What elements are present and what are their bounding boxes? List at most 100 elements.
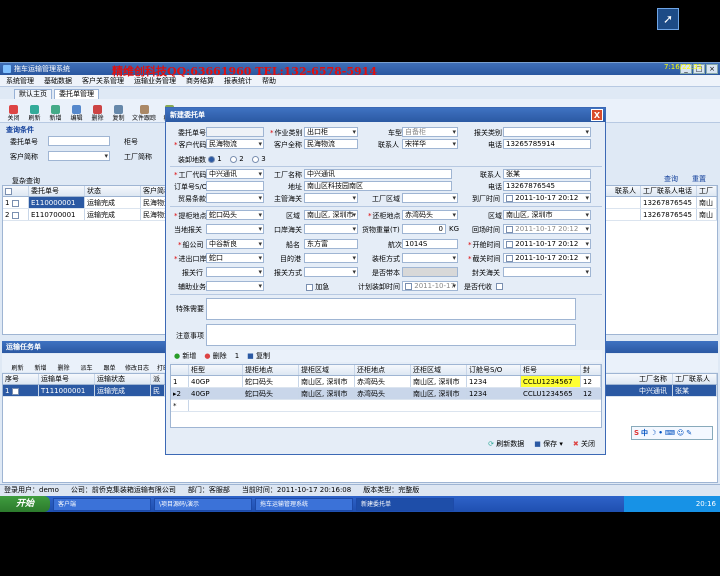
close-time-picker[interactable]: 2011-10-17 20:12 xyxy=(503,253,591,263)
port-customs-select[interactable] xyxy=(304,224,358,234)
col-so[interactable]: 订舱号S/O xyxy=(467,365,521,375)
cell-so[interactable]: 1234 xyxy=(467,376,521,387)
task-delete-button[interactable]: 删除 xyxy=(54,365,73,372)
task-client[interactable]: 客户端 xyxy=(53,497,151,511)
cell-return[interactable]: 赤湾码头 xyxy=(355,376,411,387)
cell-seal[interactable]: 12 xyxy=(581,376,601,387)
entry-port-select[interactable]: 蛇口 xyxy=(206,253,264,263)
sub-copy-button[interactable]: ■ 复制 xyxy=(247,350,270,362)
col-pickup[interactable]: 提柜地点 xyxy=(243,365,299,375)
pay-on-behalf-checkbox[interactable] xyxy=(496,282,503,290)
col-right-factory[interactable]: 工厂 xyxy=(697,186,717,196)
col-right-factory-phone[interactable]: 工厂联系人电话 xyxy=(641,186,697,196)
edit-tool-button[interactable]: 编辑 xyxy=(67,105,86,122)
col-cabinet-type[interactable]: 柜型 xyxy=(189,365,243,375)
col-task-order[interactable]: 运输单号 xyxy=(39,374,95,384)
cell-container-no[interactable]: CCLU1234567 xyxy=(521,376,581,387)
tab-order-management[interactable]: 委托单管理 xyxy=(54,89,99,99)
delete-tool-button[interactable]: 删除 xyxy=(88,105,107,122)
col-return-region[interactable]: 还柜区域 xyxy=(411,365,467,375)
refresh-data-button[interactable]: ⟳ 刷新数据 xyxy=(488,438,524,450)
plan-time-picker[interactable]: 2011-10-17 xyxy=(402,281,458,291)
close-button[interactable]: ✖ 关闭 xyxy=(573,438,595,450)
radio-1[interactable]: 1 xyxy=(208,155,222,163)
stamped-field[interactable] xyxy=(402,267,458,277)
task-add-button[interactable]: 新增 xyxy=(31,365,50,372)
customs-agent-select[interactable] xyxy=(206,267,264,277)
customs-method-select[interactable] xyxy=(304,267,358,277)
phone-field[interactable]: 13265785914 xyxy=(503,139,591,149)
col-seal[interactable]: 封 xyxy=(581,365,601,375)
table-row[interactable]: ▸2 40GP 蛇口码头 南山区, 深圳市 赤湾码头 南山区, 深圳市 1234… xyxy=(171,388,601,400)
reset-button[interactable]: 重置 xyxy=(692,174,706,184)
task-new-order[interactable]: 新建委托单 xyxy=(356,497,454,511)
new-row[interactable]: * xyxy=(171,400,601,412)
urgent-checkbox[interactable]: 加急 xyxy=(306,282,329,292)
factory-name-field[interactable]: 中兴通讯 xyxy=(304,169,452,179)
col-task-factory[interactable]: 工厂名称 xyxy=(637,374,673,384)
radio-2[interactable]: 2 xyxy=(230,155,244,163)
main-customs-select[interactable] xyxy=(304,193,358,203)
open-time-picker[interactable]: 2011-10-17 20:12 xyxy=(503,239,591,249)
cell-cabinet[interactable]: 40GP xyxy=(189,388,243,399)
ime-toolbar[interactable]: S 中 ☽ • ⌨ ☺ ✎ xyxy=(631,426,713,440)
col-return[interactable]: 还柜地点 xyxy=(355,365,411,375)
menu-base-data[interactable]: 基础数据 xyxy=(44,75,72,86)
customer-code-select[interactable]: 民海物流 xyxy=(206,139,264,149)
ship-company-select[interactable]: 中谷新良 xyxy=(206,239,264,249)
window-close-button[interactable]: × xyxy=(706,64,718,74)
cell-return[interactable]: 赤湾码头 xyxy=(355,388,411,399)
cell-pickup[interactable]: 蛇口码头 xyxy=(243,376,299,387)
special-textarea[interactable] xyxy=(206,298,576,320)
cell-container-no[interactable]: CCLU1234565 xyxy=(521,388,581,399)
order-so-field[interactable] xyxy=(206,181,264,191)
col-right-contact[interactable]: 联系人 xyxy=(613,186,641,196)
dialog-close-button[interactable]: X xyxy=(591,109,603,121)
factory-phone-field[interactable]: 13267876545 xyxy=(503,181,591,191)
desktop-app-icon[interactable]: ➚ xyxy=(657,8,679,30)
col-task-extra[interactable]: 派 xyxy=(151,374,165,384)
address-field[interactable]: 南山区科技园南区 xyxy=(304,181,452,191)
task-follow-button[interactable]: 跟单 xyxy=(100,365,119,372)
customer-select[interactable] xyxy=(48,151,110,161)
destination-select[interactable] xyxy=(304,253,358,263)
pickup-select[interactable]: 蛇口码头 xyxy=(206,210,264,220)
task-source[interactable]: \项目源码\演示 xyxy=(154,497,252,511)
customs-type-select[interactable] xyxy=(503,127,591,137)
trade-select[interactable] xyxy=(206,193,264,203)
menu-system[interactable]: 系统管理 xyxy=(6,75,34,86)
sub-delete-button[interactable]: ● 删除 xyxy=(204,350,226,362)
task-log-button[interactable]: 修改日志 xyxy=(123,365,151,372)
query-button[interactable]: 查询 xyxy=(664,174,678,184)
col-task-factory-contact[interactable]: 工厂联系人 xyxy=(673,374,717,384)
task-dispatch-button[interactable]: 派车 xyxy=(77,365,96,372)
seal-customs-select[interactable] xyxy=(503,267,591,277)
local-customs-select[interactable] xyxy=(206,224,264,234)
select-all-cell[interactable] xyxy=(3,186,29,196)
job-type-select[interactable]: 出口柜 xyxy=(304,127,358,137)
aux-business-select[interactable] xyxy=(206,281,264,291)
ship-name-field[interactable]: 东方富 xyxy=(304,239,358,249)
sub-add-button[interactable]: ● 新增 xyxy=(174,350,196,362)
load-method-select[interactable] xyxy=(402,253,458,263)
tray-clock[interactable]: 20:16 xyxy=(696,500,716,508)
goods-weight-field[interactable]: 0 xyxy=(402,224,446,234)
add-tool-button[interactable]: 新增 xyxy=(46,105,65,122)
col-container-no[interactable]: 柜号 xyxy=(521,365,581,375)
col-pickup-region[interactable]: 提柜区域 xyxy=(299,365,355,375)
arrive-time-picker[interactable]: 2011-10-17 20:12 xyxy=(503,193,591,203)
save-button[interactable]: ■ 保存 ▾ xyxy=(534,438,563,450)
col-status[interactable]: 状态 xyxy=(85,186,141,196)
return-region-select[interactable]: 南山区, 深圳市 xyxy=(503,210,591,220)
factory-code-select[interactable]: 中兴通讯 xyxy=(206,169,264,179)
return-place-select[interactable]: 赤湾码头 xyxy=(402,210,458,220)
cell-return-region[interactable]: 南山区, 深圳市 xyxy=(411,388,467,399)
col-task-status[interactable]: 运输状态 xyxy=(95,374,151,384)
tab-home[interactable]: 默认主页 xyxy=(14,89,52,99)
region-select[interactable]: 南山区, 深圳市 xyxy=(304,210,358,220)
radio-3[interactable]: 3 xyxy=(252,155,266,163)
task-app[interactable]: 拖车运输管理系统 xyxy=(255,497,353,511)
notes-textarea[interactable] xyxy=(206,324,576,346)
close-tool-button[interactable]: 关闭 xyxy=(4,105,23,122)
factory-contact-field[interactable]: 张某 xyxy=(503,169,591,179)
